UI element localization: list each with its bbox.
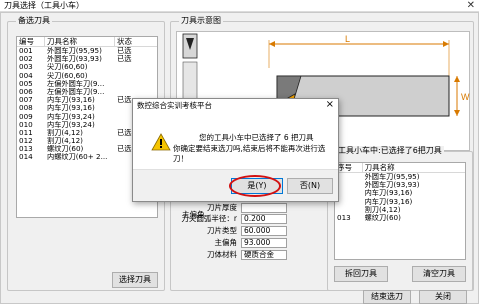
window-titlebar: 刀具选择（工具小车） ✕	[0, 0, 479, 12]
blade-thickness-label: 刀片厚度	[207, 203, 237, 212]
tool-illustration-label: 刀具示意图	[179, 16, 223, 26]
confirm-dialog: 数控综合实训考核平台 × 您的工具小车中已选择了 6 把刀具 你确定要结束选刀吗…	[132, 98, 339, 202]
tool-name-cell: 螺纹刀(60)	[47, 145, 84, 154]
tool-cart-header: 序号 刀具名称	[335, 163, 465, 173]
tool-name-cell: 内车刀(93,16)	[47, 96, 95, 105]
dialog-title: 数控综合实训考核平台	[137, 101, 212, 110]
tool-id-cell: 014	[19, 153, 33, 162]
tool-id-cell: 008	[19, 104, 33, 113]
tool-status-cell	[115, 72, 157, 80]
col-header-name[interactable]: 刀具名称	[45, 37, 115, 46]
cart-tool-row[interactable]: 外圆车刀(95,95)	[335, 173, 465, 181]
available-tool-row[interactable]: 005 左偏外圆车刀(9...	[17, 80, 157, 88]
clear-tools-button[interactable]: 清空刀具	[412, 266, 466, 282]
tool-name-cell: 内车刀(93,24)	[47, 112, 95, 121]
tool-name-cell: 尖刀(60,60)	[47, 71, 88, 80]
tool-id-cell: 010	[19, 120, 33, 129]
tool-status-cell	[115, 63, 157, 71]
cart-seq-cell	[335, 181, 363, 189]
remove-tool-button[interactable]: 拆回刀具	[334, 266, 388, 282]
cart-seq-cell	[335, 189, 363, 197]
tool-name-cell: 外圆车刀(93,93)	[47, 55, 102, 64]
tool-id-cell: 012	[19, 137, 33, 146]
tool-status-cell	[115, 88, 157, 96]
dim-L-text: L	[345, 34, 350, 44]
tool-status-cell: 已选	[117, 55, 132, 64]
material-label: 刀体材料	[207, 250, 237, 259]
tool-status-cell: 已选	[117, 47, 132, 55]
blade-thickness-field[interactable]	[241, 203, 287, 213]
tool-name-cell: 割刀(4,12)	[47, 128, 83, 137]
available-tool-row[interactable]: 006 左偏外圆车刀(9...	[17, 88, 157, 96]
tool-id-cell: 004	[19, 71, 33, 80]
cart-tool-row[interactable]: 外圆车刀(93,93)	[335, 181, 465, 189]
cart-name-cell: 外圆车刀(93,93)	[364, 181, 420, 190]
tool-cart-group: 工具小车中:已选择了6把刀具 序号 刀具名称 外圆车刀(95,95) 外圆车刀(9…	[327, 146, 473, 291]
cart-tool-row[interactable]: 割刀(4,12)	[335, 206, 465, 214]
tool-name-cell: 尖刀(60,60)	[47, 63, 88, 72]
cart-tool-row[interactable]: 内车刀(93,16)	[335, 189, 465, 197]
dialog-no-button[interactable]: 否(N)	[287, 178, 333, 194]
dialog-message-line2: 你确定要结束选刀吗,结束后将不能再次进行选刀！	[173, 144, 326, 163]
tool-id-cell: 001	[19, 47, 33, 55]
dim-W-text: W	[461, 92, 470, 102]
dialog-close-icon[interactable]: ×	[326, 99, 334, 111]
window-close-icon[interactable]: ✕	[467, 0, 475, 12]
tool-name-cell: 左偏外圆车刀(9...	[47, 79, 105, 88]
dialog-message-line1: 您的工具小车中已选择了 6 把刀具	[199, 133, 314, 142]
cart-seq-cell: 013	[337, 213, 351, 222]
blade-type-label: 刀片类型	[207, 226, 237, 235]
cart-tool-row[interactable]: 013 螺纹刀(60)	[335, 214, 465, 222]
tool-name-cell: 内车刀(93,16)	[47, 104, 95, 113]
available-tool-row[interactable]: 002 外圆车刀(93,93) 已选	[17, 55, 157, 63]
cart-name-cell: 内车刀(93,16)	[364, 197, 413, 206]
nose-radius-field[interactable]: 0.200	[241, 214, 287, 224]
available-tools-label: 备选刀具	[16, 16, 52, 26]
tool-name-cell: 左偏外圆车刀(9...	[47, 87, 105, 96]
select-tool-button[interactable]: 选择刀具	[112, 272, 158, 288]
tool-id-cell: 005	[19, 79, 33, 88]
available-tool-row[interactable]: 003 尖刀(60,60)	[17, 63, 157, 71]
material-field[interactable]: 硬质合金	[241, 250, 287, 260]
tool-id-cell: 013	[19, 145, 33, 154]
tool-id-cell: 007	[19, 96, 33, 105]
blade-type-field[interactable]: 60.000	[241, 226, 287, 236]
cart-seq-cell	[335, 198, 363, 206]
cart-name-cell: 螺纹刀(60)	[364, 213, 401, 222]
tool-id-cell: 003	[19, 63, 33, 72]
cart-name-cell: 内车刀(93,16)	[364, 189, 413, 198]
tool-id-cell: 009	[19, 112, 33, 121]
tool-cart-label: 工具小车中:已选择了6把刀具	[336, 146, 444, 156]
tool-name-cell: 内螺纹刀(60+ 2...	[47, 153, 108, 162]
cart-seq-cell	[335, 173, 363, 181]
close-button[interactable]: 关闭	[419, 290, 467, 304]
col-header-status[interactable]: 状态	[115, 37, 157, 46]
tool-name-cell: 内车刀(93,24)	[47, 120, 95, 129]
cart-name-cell: 外圆车刀(95,95)	[364, 173, 420, 181]
finish-selection-button[interactable]: 结束选刀	[363, 290, 411, 304]
cart-name-cell: 割刀(4,12)	[364, 205, 401, 214]
tool-cart-list[interactable]: 序号 刀具名称 外圆车刀(95,95) 外圆车刀(93,93) 内车刀(93,16)…	[334, 162, 466, 260]
col-header-id[interactable]: 编号	[17, 37, 45, 46]
tool-name-cell: 割刀(4,12)	[47, 137, 83, 146]
tool-id-cell: 006	[19, 87, 33, 96]
tool-id-cell: 011	[19, 128, 33, 137]
dialog-yes-button[interactable]: 是(Y)	[231, 178, 283, 194]
warning-icon	[151, 133, 171, 151]
tool-status-cell	[115, 80, 157, 88]
main-angle-field[interactable]: 93.000	[241, 238, 287, 248]
dialog-footer: 是(Y) 否(N)	[133, 169, 338, 201]
cart-col-header-seq[interactable]: 序号	[335, 163, 363, 172]
available-tools-header: 编号 刀具名称 状态	[17, 37, 157, 47]
cart-tool-row[interactable]: 内车刀(93,16)	[335, 198, 465, 206]
tool-id-cell: 002	[19, 55, 33, 64]
available-tool-row[interactable]: 001 外圆车刀(95,95) 已选	[17, 47, 157, 55]
main-angle-label: 主偏角	[214, 238, 238, 247]
window-title: 刀具选择（工具小车）	[4, 1, 84, 10]
available-tool-row[interactable]: 004 尖刀(60,60)	[17, 72, 157, 80]
cart-col-header-name[interactable]: 刀具名称	[363, 163, 465, 172]
tool-name-cell: 外圆车刀(95,95)	[47, 47, 102, 55]
cart-seq-cell	[335, 206, 363, 214]
nose-radius-label: 刀尖圆弧半径：r	[181, 214, 237, 223]
